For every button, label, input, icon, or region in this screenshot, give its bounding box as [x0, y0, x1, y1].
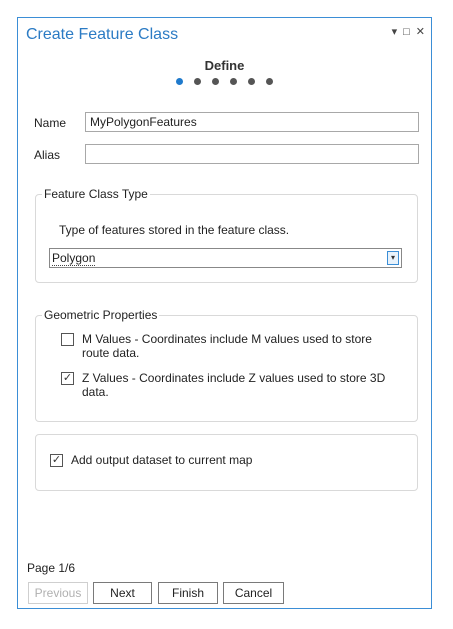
alias-label: Alias — [34, 148, 61, 162]
window-controls: ▾ □ ✕ — [392, 26, 425, 38]
name-label: Name — [34, 116, 67, 130]
add-to-map-checkbox[interactable]: ✓ — [50, 454, 63, 467]
step-dot-3 — [212, 78, 219, 85]
geometric-properties-group: Geometric Properties M Values - Coordina… — [35, 308, 418, 422]
output-options-group: ✓ Add output dataset to current map — [35, 434, 418, 491]
add-to-map-option[interactable]: ✓ Add output dataset to current map — [50, 453, 400, 467]
create-feature-class-pane: Create Feature Class ▾ □ ✕ Define Name M… — [17, 17, 432, 609]
name-input[interactable]: MyPolygonFeatures — [85, 112, 419, 132]
feature-class-type-legend: Feature Class Type — [42, 187, 150, 201]
m-values-option[interactable]: M Values - Coordinates include M values … — [61, 332, 401, 360]
z-values-checkbox[interactable]: ✓ — [61, 372, 74, 385]
step-dot-2 — [194, 78, 201, 85]
step-dot-6 — [266, 78, 273, 85]
pane-title: Create Feature Class — [26, 26, 179, 43]
feature-type-select[interactable]: Polygon ▾ — [49, 248, 402, 268]
maximize-icon[interactable]: □ — [403, 26, 410, 38]
step-dot-4 — [230, 78, 237, 85]
m-values-label: M Values - Coordinates include M values … — [82, 332, 372, 360]
feature-type-description: Type of features stored in the feature c… — [59, 223, 290, 237]
feature-class-type-group: Feature Class Type Type of features stor… — [35, 187, 418, 283]
z-values-label: Z Values - Coordinates include Z values … — [82, 371, 386, 399]
dropdown-arrow-icon[interactable]: ▾ — [387, 251, 399, 265]
previous-button[interactable]: Previous — [28, 582, 88, 604]
alias-input[interactable] — [85, 144, 419, 164]
step-title: Define — [204, 58, 245, 73]
page-indicator: Page 1/6 — [27, 561, 76, 575]
z-values-option[interactable]: ✓ Z Values - Coordinates include Z value… — [61, 371, 401, 399]
m-values-checkbox[interactable] — [61, 333, 74, 346]
close-icon[interactable]: ✕ — [416, 26, 425, 38]
next-button[interactable]: Next — [93, 582, 152, 604]
step-dot-1 — [176, 78, 183, 85]
geometric-properties-legend: Geometric Properties — [42, 308, 160, 322]
cancel-button[interactable]: Cancel — [223, 582, 284, 604]
step-indicator — [18, 78, 431, 85]
step-dot-5 — [248, 78, 255, 85]
finish-button[interactable]: Finish — [158, 582, 218, 604]
add-to-map-label: Add output dataset to current map — [71, 453, 253, 467]
chevron-down-icon[interactable]: ▾ — [392, 26, 398, 38]
feature-type-selected-value: Polygon — [52, 251, 96, 266]
